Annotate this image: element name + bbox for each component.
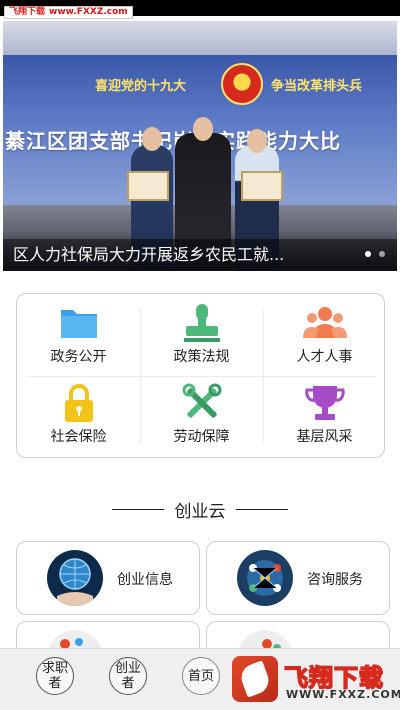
banner-slogan-left: 喜迎党的十九大 (95, 79, 187, 94)
banner-stage-headline: 綦江区团支部书记岗位实践能力大比 (5, 129, 341, 153)
carousel-dots (365, 251, 385, 257)
grid-item-label: 基层风采 (296, 429, 353, 445)
service-label: 创业信息 (117, 572, 173, 588)
service-label: 咨询服务 (307, 572, 363, 588)
section-title: 创业云 (174, 502, 226, 522)
grid-item-policy[interactable]: 政策法规 (140, 294, 263, 374)
watermark-top: 飞翔下载 www.FXXZ.com (4, 6, 133, 19)
watermark-url: WWW.FXXZ.COM (286, 688, 400, 701)
person-head (193, 117, 213, 141)
grid-item-grassroots[interactable]: 基层风采 (263, 374, 386, 454)
globe-hand-icon (47, 550, 103, 606)
consult-icon (237, 550, 293, 606)
person-head (247, 129, 267, 153)
carousel-dot[interactable] (379, 251, 385, 257)
grid-item-gov-affairs[interactable]: 政务公开 (17, 294, 140, 374)
nav-home-button[interactable]: 首页 (182, 657, 220, 695)
tools-icon (182, 383, 221, 418)
watermark-url: www.FXXZ.com (49, 7, 128, 17)
grid-item-social-insurance[interactable]: 社会保险 (17, 374, 140, 454)
banner-ceiling (3, 21, 397, 55)
services-grid: 政务公开 政策法规 人才人事 社会保险 劳动保障 基层风采 (16, 293, 385, 458)
watermark-brand: 飞翔下载 (9, 7, 46, 17)
service-card-startup-info[interactable]: 创业信息 (16, 541, 200, 615)
certificate (241, 171, 283, 201)
nav-job-seeker-button[interactable]: 求职者 (36, 657, 74, 695)
grid-item-labor-security[interactable]: 劳动保障 (140, 374, 263, 454)
grid-item-talent[interactable]: 人才人事 (263, 294, 386, 374)
stamp-icon (183, 304, 220, 342)
grid-item-label: 人才人事 (296, 349, 353, 365)
watermark-bottom: 飞翔下载 WWW.FXXZ.COM (232, 656, 400, 702)
grid-item-label: 劳动保障 (173, 429, 230, 445)
nav-entrepreneur-button[interactable]: 创业者 (109, 657, 147, 695)
certificate (127, 171, 169, 201)
grid-item-label: 社会保险 (50, 429, 107, 445)
person-head (142, 127, 162, 151)
grid-item-label: 政务公开 (50, 349, 107, 365)
banner-caption[interactable]: 区人力社保局大力开展返乡农民工就... (13, 241, 284, 265)
carousel-dot-active[interactable] (365, 251, 371, 257)
grid-item-label: 政策法规 (173, 349, 230, 365)
section-line-right (236, 509, 288, 510)
lock-icon (64, 384, 93, 422)
news-banner[interactable]: 喜迎党的十九大 争当改革排头兵 綦江区团支部书记岗位实践能力大比 区人力社保局大… (3, 21, 397, 271)
trophy-icon (304, 386, 345, 420)
feather-logo-icon (232, 656, 278, 702)
people-icon (302, 307, 347, 338)
league-emblem-icon (221, 63, 263, 105)
banner-slogan-right: 争当改革排头兵 (271, 79, 363, 94)
folder-icon (60, 310, 97, 338)
service-card-consult[interactable]: 咨询服务 (206, 541, 390, 615)
